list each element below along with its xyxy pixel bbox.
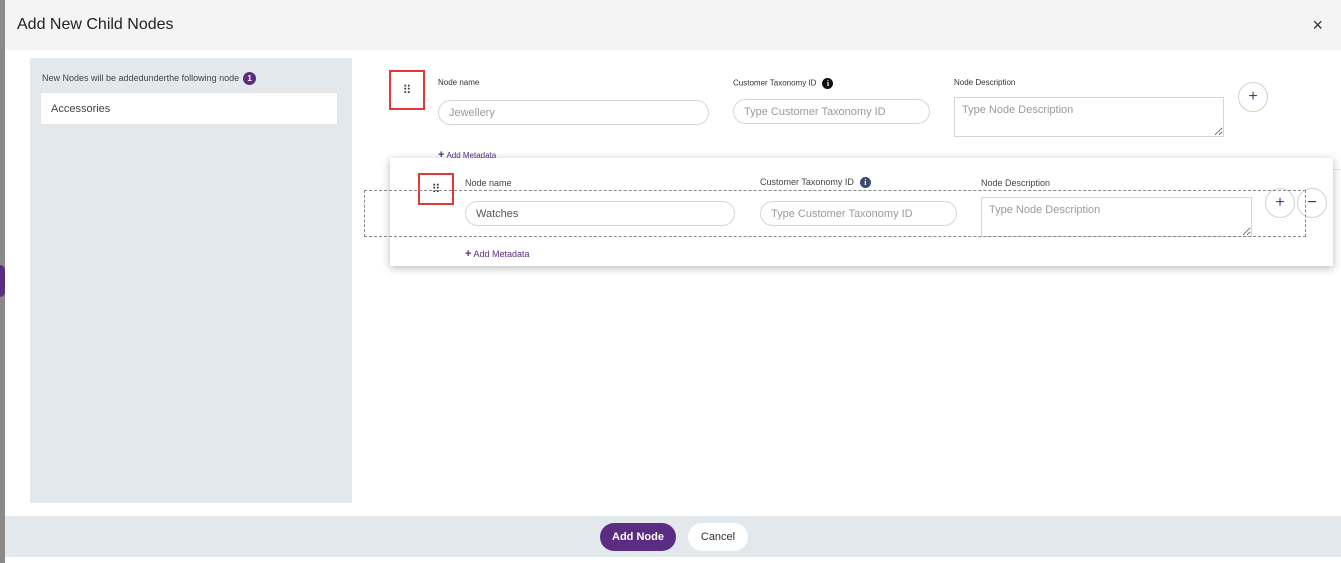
parent-node-panel: New Nodes will be addedunderthe followin… <box>30 58 352 503</box>
taxonomy-id-input[interactable] <box>760 201 957 226</box>
node-name-label: Node name <box>465 178 512 188</box>
parent-node-label: New Nodes will be addedunderthe followin… <box>42 72 257 85</box>
node-description-label: Node Description <box>981 178 1051 188</box>
drag-handle-icon[interactable]: ⠿ <box>389 70 425 110</box>
plus-icon: + <box>465 248 472 260</box>
node-description-textarea[interactable] <box>954 97 1224 137</box>
plus-icon: + <box>1248 88 1258 105</box>
add-node-row-button[interactable]: + <box>1265 188 1295 218</box>
add-metadata-label: Add Metadata <box>473 249 530 259</box>
taxonomy-id-label: Customer Taxonomy ID i <box>733 78 834 89</box>
taxonomy-id-label: Customer Taxonomy ID i <box>760 177 871 189</box>
parent-node-name: Accessories <box>40 92 338 125</box>
info-icon[interactable]: i <box>859 177 871 189</box>
dialog-header: Add New Child Nodes × <box>5 0 1341 50</box>
minus-icon: − <box>1307 194 1317 211</box>
add-child-nodes-dialog: Add New Child Nodes × New Nodes will be … <box>5 0 1341 563</box>
cancel-button[interactable]: Cancel <box>688 523 748 551</box>
node-name-label: Node name <box>438 78 480 87</box>
taxonomy-id-label-text: Customer Taxonomy ID <box>733 78 817 88</box>
info-icon[interactable]: i <box>822 78 834 89</box>
parent-node-label-text: New Nodes will be addedunderthe followin… <box>42 72 240 83</box>
add-node-row-button[interactable]: + <box>1238 82 1268 112</box>
drag-handle-icon[interactable]: ⠿ <box>418 173 454 205</box>
add-metadata-link[interactable]: + Add Metadata <box>465 248 529 260</box>
add-node-button[interactable]: Add Node <box>600 523 676 551</box>
plus-icon: + <box>1275 194 1285 211</box>
remove-node-row-button[interactable]: − <box>1297 188 1327 218</box>
taxonomy-id-label-text: Customer Taxonomy ID <box>760 177 854 187</box>
node-description-textarea[interactable] <box>981 197 1252 237</box>
dialog-title: Add New Child Nodes <box>17 16 174 33</box>
node-name-input[interactable] <box>465 201 735 226</box>
node-name-input[interactable] <box>438 100 709 125</box>
dragged-node-row[interactable]: ⠿ Node name Customer Taxonomy ID i Node D… <box>390 158 1333 266</box>
node-description-label: Node Description <box>954 78 1016 87</box>
node-count-badge: 1 <box>243 72 257 85</box>
taxonomy-id-input[interactable] <box>733 99 930 124</box>
dialog-footer: Add Node Cancel <box>5 516 1341 557</box>
close-icon[interactable]: × <box>1312 15 1323 36</box>
